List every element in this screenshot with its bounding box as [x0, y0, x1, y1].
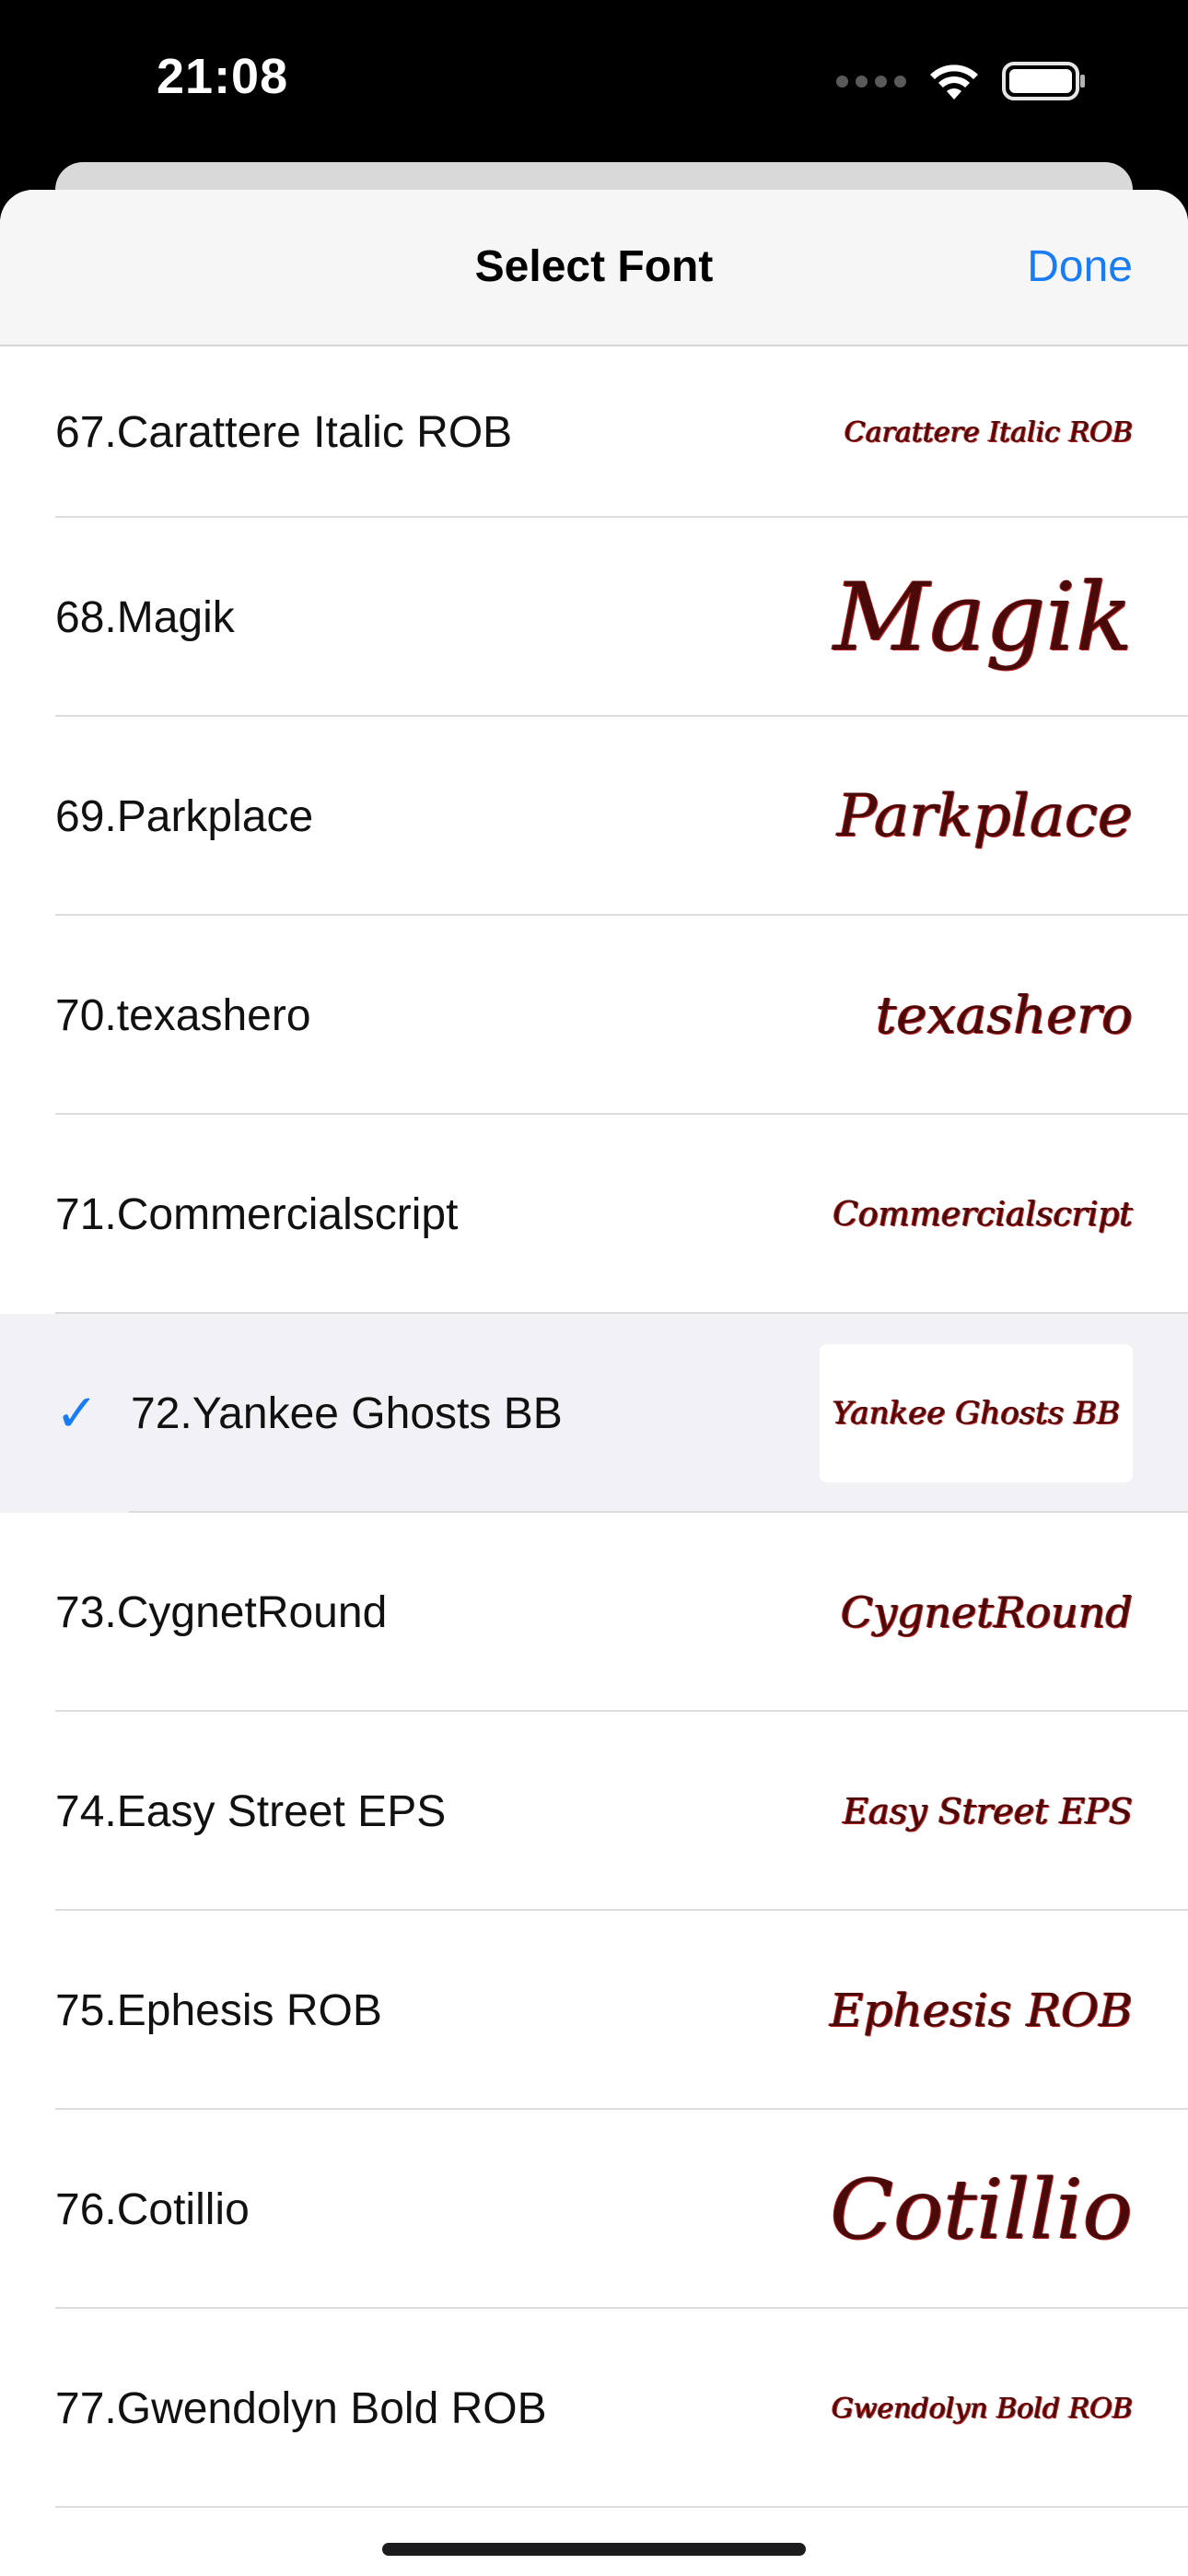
- font-preview-text: Cotillio: [830, 2160, 1133, 2258]
- select-font-sheet: Select Font Done 67.Carattere Italic ROB…: [0, 190, 1188, 2576]
- font-preview-image: Magik: [820, 548, 1133, 686]
- font-row[interactable]: 71.Commercialscript Commercialscript: [0, 1115, 1188, 1314]
- font-row[interactable]: ✓ 72.Yankee Ghosts BB Yankee Ghosts BB: [0, 1314, 1188, 1513]
- font-preview-image: Gwendolyn Bold ROB: [820, 2339, 1133, 2477]
- font-preview-text: Parkplace: [836, 782, 1133, 850]
- font-row[interactable]: 77.Gwendolyn Bold ROB Gwendolyn Bold ROB: [0, 2309, 1188, 2508]
- font-preview-text: Ephesis ROB: [830, 1984, 1133, 2037]
- font-name-label: 72.Yankee Ghosts BB: [131, 1388, 563, 1438]
- status-icons: [836, 61, 1087, 101]
- font-row[interactable]: 76.Cotillio Cotillio: [0, 2110, 1188, 2309]
- cellular-signal-icon: [836, 75, 906, 88]
- font-preview-text: Yankee Ghosts BB: [832, 1395, 1121, 1432]
- font-name-label: 70.texashero: [55, 990, 311, 1040]
- font-preview-image: CygnetRound: [820, 1543, 1133, 1681]
- battery-icon: [1002, 62, 1085, 100]
- font-name-label: 77.Gwendolyn Bold ROB: [55, 2383, 547, 2433]
- font-preview-text: texashero: [875, 985, 1133, 1046]
- status-bar: 21:08: [0, 0, 1188, 166]
- font-preview-image: Carattere Italic ROB: [820, 363, 1133, 501]
- sheet-title: Select Font: [474, 242, 714, 291]
- font-name-label: 71.Commercialscript: [55, 1189, 459, 1239]
- font-preview-image: Yankee Ghosts BB: [820, 1344, 1133, 1482]
- font-preview-image: Ephesis ROB: [820, 1941, 1133, 2079]
- wifi-icon: [930, 64, 978, 100]
- font-name-label: 67.Carattere Italic ROB: [55, 407, 513, 457]
- font-name-label: 74.Easy Street EPS: [55, 1786, 447, 1836]
- font-name-label: 73.CygnetRound: [55, 1587, 388, 1637]
- font-preview-image: Parkplace: [820, 747, 1133, 885]
- home-indicator[interactable]: [382, 2543, 806, 2556]
- font-row[interactable]: 74.Easy Street EPS Easy Street EPS: [0, 1712, 1188, 1911]
- font-row[interactable]: 69.Parkplace Parkplace: [0, 717, 1188, 916]
- font-preview-image: Easy Street EPS: [820, 1742, 1133, 1880]
- status-time: 21:08: [157, 49, 289, 104]
- font-preview-text: CygnetRound: [841, 1587, 1133, 1637]
- font-name-label: 69.Parkplace: [55, 791, 314, 841]
- font-name-label: 75.Ephesis ROB: [55, 1985, 382, 2035]
- font-row[interactable]: 75.Ephesis ROB Ephesis ROB: [0, 1911, 1188, 2110]
- font-preview-image: texashero: [820, 946, 1133, 1084]
- font-row[interactable]: 70.texashero texashero: [0, 916, 1188, 1115]
- checkmark-icon: ✓: [55, 1384, 99, 1442]
- font-preview-image: Cotillio: [820, 2140, 1133, 2278]
- font-preview-text: Carattere Italic ROB: [844, 416, 1133, 449]
- font-preview-text: Gwendolyn Bold ROB: [831, 2392, 1133, 2425]
- font-row[interactable]: 73.CygnetRound CygnetRound: [0, 1513, 1188, 1712]
- font-row[interactable]: 68.Magik Magik: [0, 518, 1188, 717]
- nav-bar: Select Font Done: [0, 190, 1188, 346]
- font-preview-image: Commercialscript: [820, 1145, 1133, 1283]
- font-name-label: 68.Magik: [55, 592, 235, 642]
- font-name-label: 76.Cotillio: [55, 2184, 250, 2234]
- font-preview-text: Magik: [833, 562, 1133, 673]
- font-row[interactable]: 67.Carattere Italic ROB Carattere Italic …: [0, 346, 1188, 518]
- font-preview-text: Commercialscript: [833, 1195, 1133, 1234]
- font-list: 67.Carattere Italic ROB Carattere Italic …: [0, 346, 1188, 2508]
- font-preview-text: Easy Street EPS: [843, 1791, 1133, 1832]
- done-button[interactable]: Done: [1027, 241, 1133, 292]
